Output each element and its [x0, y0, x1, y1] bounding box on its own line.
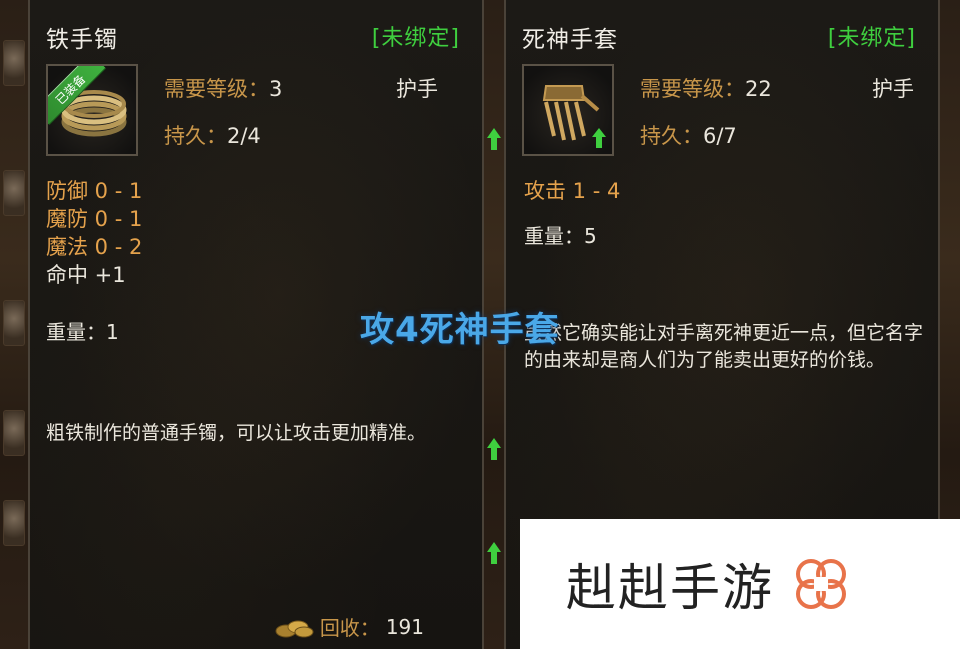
stat-defense: 防御 0 - 1: [46, 179, 143, 203]
item-weight: 重量：1: [46, 320, 119, 344]
item-weight: 重量：5: [524, 224, 597, 248]
required-level-label: 需要等级：: [640, 77, 745, 101]
upgrade-arrow-icon: [487, 128, 501, 150]
inventory-slot[interactable]: [3, 300, 25, 346]
equip-slot-type: 护手: [396, 77, 438, 101]
durability-label: 持久：: [640, 124, 703, 148]
upgrade-arrow-icon: [592, 128, 606, 148]
inventory-slot[interactable]: [3, 410, 25, 456]
inventory-slot[interactable]: [3, 170, 25, 216]
upgrade-arrow-icon: [487, 438, 501, 460]
stat-attack: 攻击 1 - 4: [524, 179, 621, 203]
inventory-slot[interactable]: [3, 40, 25, 86]
gold-coins-icon: [275, 620, 314, 637]
flower-logo-icon: [796, 559, 846, 609]
inventory-slot[interactable]: [3, 500, 25, 546]
background-left-strip: [0, 0, 28, 649]
upgrade-arrow-icon: [487, 542, 501, 564]
durability-value: 2/4: [227, 124, 261, 148]
item-icon-slot[interactable]: [522, 64, 614, 156]
recycle-value: 回收： 191: [274, 612, 424, 641]
required-level: 需要等级：22: [640, 73, 772, 103]
required-level-label: 需要等级：: [164, 77, 269, 101]
recycle-amount: 191: [385, 614, 424, 639]
stat-magic: 魔法 0 - 2: [46, 235, 143, 259]
recycle-label: 回收：: [319, 616, 380, 640]
required-level-value: 22: [745, 77, 772, 101]
equip-slot-type: 护手: [872, 77, 914, 101]
required-level-value: 3: [269, 77, 283, 101]
site-watermark: 赳赳手游: [520, 519, 960, 649]
durability: 持久：2/4: [164, 120, 261, 150]
durability: 持久：6/7: [640, 120, 737, 150]
bind-status: [未绑定]: [371, 26, 460, 51]
stat-magic-defense: 魔防 0 - 1: [46, 207, 143, 231]
item-description: 虽然它确实能让对手离死神更近一点，但它名字的由来却是商人们为了能卖出更好的价钱。: [524, 322, 924, 371]
watermark-text: 赳赳手游: [566, 559, 774, 617]
bind-status: [未绑定]: [827, 26, 916, 51]
stat-accuracy: 命中 +1: [46, 263, 126, 287]
durability-value: 6/7: [703, 124, 737, 148]
durability-label: 持久：: [164, 124, 227, 148]
item-name: 死神手套: [522, 27, 618, 53]
overlay-caption: 攻4死神手套: [360, 310, 560, 350]
item-name: 铁手镯: [46, 27, 118, 53]
item-description: 粗铁制作的普通手镯，可以让攻击更加精准。: [46, 422, 427, 444]
required-level: 需要等级：3: [164, 73, 282, 103]
item-icon-slot[interactable]: 已装备: [46, 64, 138, 156]
